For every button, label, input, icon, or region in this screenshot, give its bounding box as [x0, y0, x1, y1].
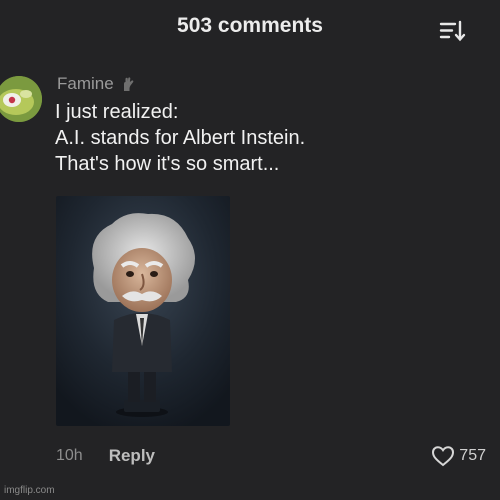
hand-icon: [123, 77, 134, 91]
like-count: 757: [459, 447, 486, 464]
comment-author: Famine: [57, 72, 136, 96]
sort-button[interactable]: [436, 17, 468, 45]
reply-button[interactable]: Reply: [109, 446, 155, 466]
comment-line: That's how it's so smart...: [55, 153, 280, 175]
comment-image[interactable]: [56, 196, 230, 426]
comment-body: I just realized: A.I. stands for Albert …: [55, 99, 485, 177]
sort-descending-icon: [439, 20, 466, 42]
like-button[interactable]: 757: [431, 444, 486, 468]
username[interactable]: Famine: [57, 74, 114, 94]
comment-timestamp: 10h: [56, 447, 83, 464]
avatar[interactable]: [0, 76, 42, 122]
comment-meta: 10h Reply: [56, 444, 155, 468]
heart-icon: [432, 446, 455, 467]
comments-header: 503 comments: [0, 0, 500, 56]
comment-line: A.I. stands for Albert Instein.: [55, 127, 306, 149]
comments-count-title: 503 comments: [177, 14, 323, 37]
watermark: imgflip.com: [4, 485, 55, 496]
comment-line: I just realized:: [55, 101, 179, 123]
